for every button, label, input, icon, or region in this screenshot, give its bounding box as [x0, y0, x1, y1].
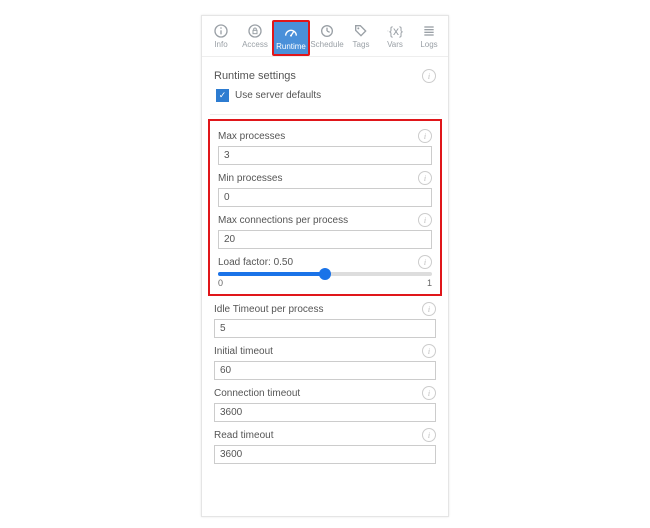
connection-timeout-field: Connection timeout i — [214, 386, 436, 422]
info-icon — [213, 23, 229, 39]
info-badge-icon[interactable]: i — [418, 171, 432, 185]
logs-icon — [421, 23, 437, 39]
tab-vars[interactable]: {x} Vars — [378, 20, 412, 56]
field-label: Read timeout — [214, 430, 273, 441]
divider — [210, 114, 440, 115]
checkbox-checked-icon[interactable]: ✓ — [216, 89, 229, 102]
field-label: Max connections per process — [218, 215, 348, 226]
max-processes-input[interactable] — [218, 146, 432, 165]
max-connections-input[interactable] — [218, 230, 432, 249]
info-badge-icon[interactable]: i — [422, 344, 436, 358]
tab-logs[interactable]: Logs — [412, 20, 446, 56]
tab-label: Runtime — [276, 42, 306, 51]
tab-access[interactable]: Access — [238, 20, 272, 56]
tab-runtime[interactable]: Runtime — [272, 20, 310, 56]
tab-label: Tags — [353, 40, 370, 49]
section-header: Runtime settings i — [214, 69, 436, 83]
highlighted-fields: Max processes i Min processes i Max conn… — [208, 119, 442, 296]
info-badge-icon[interactable]: i — [418, 213, 432, 227]
field-label: Idle Timeout per process — [214, 304, 324, 315]
braces-icon: {x} — [387, 23, 403, 39]
use-defaults-row[interactable]: ✓ Use server defaults — [216, 89, 434, 102]
tab-label: Info — [214, 40, 227, 49]
info-badge-icon[interactable]: i — [422, 69, 436, 83]
settings-panel: Info Access Runtime Schedule — [201, 15, 449, 517]
tab-info[interactable]: Info — [204, 20, 238, 56]
field-label: Max processes — [218, 131, 285, 142]
tag-icon — [353, 23, 369, 39]
tab-bar: Info Access Runtime Schedule — [202, 16, 448, 57]
tab-label: Vars — [387, 40, 403, 49]
gauge-icon — [283, 25, 299, 41]
field-label: Load factor: 0.50 — [218, 257, 293, 268]
min-processes-field: Min processes i — [218, 171, 432, 207]
field-label: Min processes — [218, 173, 282, 184]
info-badge-icon[interactable]: i — [422, 386, 436, 400]
slider-thumb[interactable] — [319, 268, 331, 280]
initial-timeout-field: Initial timeout i — [214, 344, 436, 380]
load-factor-slider[interactable] — [218, 272, 432, 276]
min-processes-input[interactable] — [218, 188, 432, 207]
slider-max: 1 — [427, 278, 432, 288]
field-label: Initial timeout — [214, 346, 273, 357]
section-title: Runtime settings — [214, 70, 296, 82]
max-connections-field: Max connections per process i — [218, 213, 432, 249]
lock-icon — [247, 23, 263, 39]
load-factor-field: Load factor: 0.50 i 0 1 — [218, 255, 432, 288]
info-badge-icon[interactable]: i — [422, 302, 436, 316]
initial-timeout-input[interactable] — [214, 361, 436, 380]
max-processes-field: Max processes i — [218, 129, 432, 165]
clock-icon — [319, 23, 335, 39]
read-timeout-field: Read timeout i — [214, 428, 436, 464]
read-timeout-input[interactable] — [214, 445, 436, 464]
slider-min: 0 — [218, 278, 223, 288]
idle-timeout-input[interactable] — [214, 319, 436, 338]
tab-schedule[interactable]: Schedule — [310, 20, 344, 56]
checkbox-label: Use server defaults — [235, 90, 321, 101]
idle-timeout-field: Idle Timeout per process i — [214, 302, 436, 338]
tab-tags[interactable]: Tags — [344, 20, 378, 56]
tab-label: Access — [242, 40, 268, 49]
tab-label: Schedule — [310, 40, 343, 49]
connection-timeout-input[interactable] — [214, 403, 436, 422]
info-badge-icon[interactable]: i — [422, 428, 436, 442]
info-badge-icon[interactable]: i — [418, 255, 432, 269]
field-label: Connection timeout — [214, 388, 300, 399]
tab-label: Logs — [420, 40, 437, 49]
info-badge-icon[interactable]: i — [418, 129, 432, 143]
